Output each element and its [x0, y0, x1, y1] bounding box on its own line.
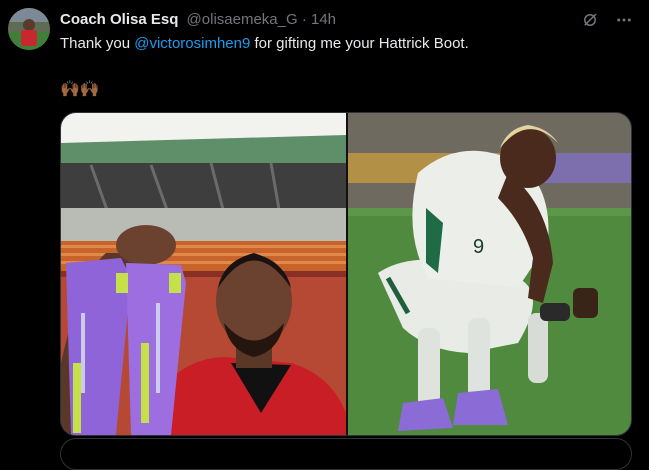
photo-selfie[interactable]	[61, 113, 346, 435]
avatar-image	[8, 8, 50, 50]
grok-icon[interactable]	[581, 11, 599, 29]
author-handle[interactable]: @olisaemeka_G	[187, 11, 298, 28]
timestamp[interactable]: 14h	[311, 11, 336, 28]
avatar[interactable]	[8, 8, 50, 50]
more-icon[interactable]	[615, 11, 633, 29]
quoted-tweet[interactable]	[60, 438, 632, 470]
tweet-text-end: for gifting me your Hattrick Boot.	[250, 35, 469, 52]
photo-player[interactable]: 9	[348, 113, 631, 435]
tweet-text-start: Thank you	[60, 35, 135, 52]
author-name[interactable]: Coach Olisa Esq	[60, 11, 178, 28]
separator-dot: ·	[301, 11, 307, 28]
tweet-header: Coach Olisa Esq @olisaemeka_G · 14h	[60, 10, 336, 30]
tweet-actions-top	[581, 10, 633, 30]
media-grid: 9	[60, 112, 632, 436]
mention-link[interactable]: @victorosimhen9	[134, 35, 250, 52]
svg-text:9: 9	[473, 236, 484, 258]
emoji-line: 🙌🏾🙌🏾	[60, 81, 100, 98]
tweet-text: Thank you @victorosimhen9 for gifting me…	[60, 34, 469, 54]
